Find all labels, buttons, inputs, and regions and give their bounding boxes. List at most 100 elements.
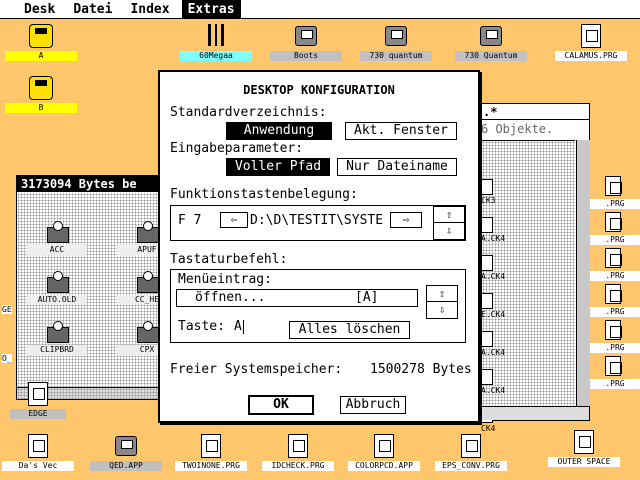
folder-item[interactable]: ACC (27, 221, 87, 255)
program-icon (455, 432, 487, 460)
bottom-icon-label: TWOINONE.PRG (175, 461, 247, 471)
bottom-icon-1[interactable]: QED.APP (90, 432, 162, 471)
menu-entry-label: Menüeintrag: (178, 272, 272, 287)
top-icon-label: CALAMUS.PRG (555, 51, 627, 61)
menu-desk[interactable]: Desk (18, 0, 61, 19)
top-icon-4[interactable]: 730 Quantum (455, 22, 527, 61)
menu-entry-down-arrow[interactable]: ⇩ (427, 302, 457, 318)
bottom-icon-label: QED.APP (90, 461, 162, 471)
input-full-path-radio[interactable]: Voller Pfad (226, 158, 330, 176)
list-item-label: A.CK4 (481, 348, 506, 357)
text-cursor (242, 319, 244, 334)
desktop-program-icon[interactable]: .PRG (590, 284, 640, 317)
menu-datei[interactable]: Datei (67, 0, 118, 19)
top-icon-5[interactable]: CALAMUS.PRG (555, 22, 627, 61)
folder-icon (43, 271, 71, 295)
right-folder-window[interactable]: .* 6 Objekte. CK3 A.CK4 A.CK4 E.CK4 A.CK4 A.C… (478, 103, 590, 433)
desktop-program-label: .PRG (590, 271, 640, 281)
program-icon (605, 356, 625, 378)
bottom-icon-2[interactable]: TWOINONE.PRG (175, 432, 247, 471)
fkey-updown[interactable]: ⇧ ⇩ (433, 206, 465, 240)
std-dir-current-window-radio[interactable]: Akt. Fenster (345, 122, 457, 140)
desktop-program-icon[interactable]: .PRG (590, 320, 640, 353)
program-icon (22, 432, 54, 460)
bottom-icon-label: IDCHECK.PRG (262, 461, 334, 471)
std-dir-application-radio[interactable]: Anwendung (226, 122, 332, 140)
program-icon (605, 212, 625, 234)
bottom-icon-0[interactable]: Da's Vec (2, 432, 74, 471)
fkey-name: F 7 (178, 213, 202, 228)
program-icon (368, 432, 400, 460)
edge-icon[interactable]: EDGE (10, 380, 66, 419)
right-window-hscroll[interactable] (479, 406, 589, 420)
folder-icon (133, 221, 161, 245)
hard-drive-icon (380, 22, 412, 50)
clear-all-button[interactable]: Alles löschen (289, 321, 410, 339)
menu-entry-field[interactable]: öffnen... [A] (176, 289, 418, 307)
desktop-program-icon[interactable]: .PRG (590, 248, 640, 281)
cut-label-2: O_ (2, 354, 12, 363)
top-icon-0[interactable]: A (5, 22, 77, 61)
fkey-down-arrow[interactable]: ⇩ (434, 223, 464, 239)
menu-entry-up-arrow[interactable]: ⇧ (427, 286, 457, 302)
folder-item[interactable]: CLIPBRD (27, 321, 87, 355)
desktop-program-label: .PRG (590, 307, 640, 317)
folder-icon (133, 321, 161, 345)
fkey-next-arrow[interactable]: ⇨ (390, 212, 422, 228)
bottom-icon-3[interactable]: IDCHECK.PRG (262, 432, 334, 471)
cut-label-1: GE (2, 305, 12, 314)
input-filename-only-radio[interactable]: Nur Dateiname (337, 158, 457, 176)
bottom-icon-4[interactable]: COLORPCD.APP (348, 432, 420, 471)
list-item-label: CK3 (481, 196, 496, 205)
cancel-button[interactable]: Abbruch (340, 396, 406, 414)
desktop-program-label: .PRG (590, 199, 640, 209)
floppy-drive-icon (25, 22, 57, 50)
list-item-label: A.CK4 (481, 234, 506, 243)
program-icon (282, 432, 314, 460)
menu-index[interactable]: Index (124, 0, 175, 19)
list-item-label: CK4 (481, 424, 496, 433)
left-window-title[interactable]: 3173094 Bytes be (17, 176, 161, 192)
list-item-label: A.CK4 (481, 386, 506, 395)
top-icon-3[interactable]: 730 quantum (360, 22, 432, 61)
side-icon-0[interactable]: B (5, 74, 77, 113)
fkey-path-field[interactable]: D:\D\TESTIT\SYSTE (250, 213, 386, 228)
program-icon (195, 432, 227, 460)
desktop-program-icon[interactable]: .PRG (590, 176, 640, 209)
folder-item-label: ACC (27, 245, 87, 255)
top-icon-label: 60Megaa (180, 51, 252, 61)
fkey-up-arrow[interactable]: ⇧ (434, 207, 464, 223)
right-window-title[interactable]: .* (479, 104, 589, 120)
kbd-label: Tastaturbefehl: (170, 252, 288, 267)
folder-icon (43, 321, 71, 345)
folder-item[interactable]: AUTO.OLD (27, 271, 87, 305)
top-icon-1[interactable]: 60Megaa (180, 22, 252, 61)
mem-label: Freier Systemspeicher: (170, 362, 343, 377)
key-input[interactable]: A (234, 319, 244, 334)
menu-entry-updown[interactable]: ⇧ ⇩ (426, 285, 458, 319)
desktop-program-icon[interactable]: .PRG (590, 212, 640, 245)
top-icon-2[interactable]: Boots (270, 22, 342, 61)
bottom-icon-5[interactable]: EPS_CONV.PRG (435, 432, 507, 471)
bottom-icon-6[interactable]: OUTER SPACE (548, 428, 620, 467)
desktop-program-icon[interactable]: .PRG (590, 356, 640, 389)
right-window-vscroll[interactable] (576, 140, 590, 406)
desktop-program-label: .PRG (590, 379, 640, 389)
desktop-program-label: .PRG (590, 343, 640, 353)
floppy-drive-icon (25, 74, 57, 102)
hard-drive-icon (290, 22, 322, 50)
folder-icon (43, 221, 71, 245)
left-folder-window[interactable]: 3173094 Bytes be ACC APUF AUTO.OLD CC_HE CLI… (16, 175, 177, 400)
menu-extras[interactable]: Extras (181, 0, 241, 19)
ok-button[interactable]: OK (248, 395, 314, 415)
dialog-title: DESKTOP KONFIGURATION (243, 83, 395, 97)
folder-icon (133, 271, 161, 295)
top-icon-label: A (5, 51, 77, 61)
mem-value: 1500278 Bytes (370, 362, 472, 377)
program-icon (568, 428, 600, 456)
menu-entry-value: öffnen... (195, 290, 266, 305)
atari-logo-icon (200, 22, 232, 50)
fkey-prev-arrow[interactable]: ⇦ (220, 212, 248, 228)
program-icon (605, 320, 625, 342)
right-window-info: 6 Objekte. (481, 122, 554, 136)
